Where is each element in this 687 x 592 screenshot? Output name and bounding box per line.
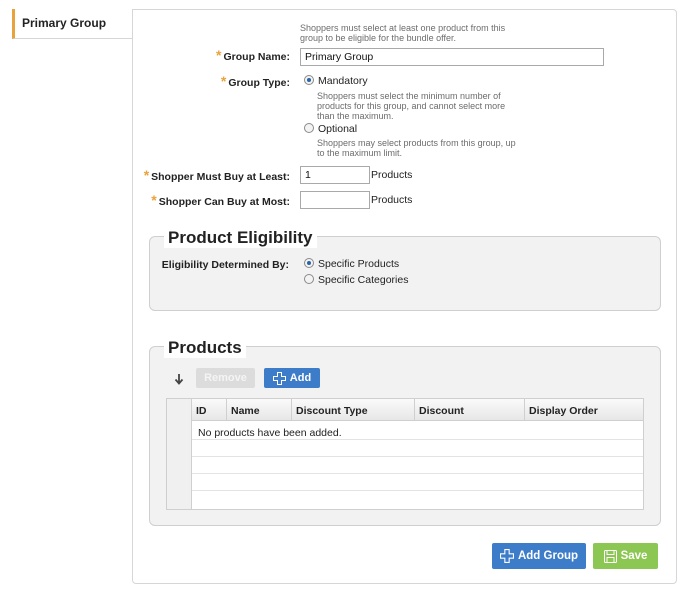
column-header-display-order[interactable]: Display Order (529, 405, 598, 417)
required-star-icon: * (151, 192, 157, 208)
products-table: ID Name Discount Type Discount Display O… (166, 398, 644, 510)
radio-selected-icon (304, 258, 314, 268)
floppy-disk-icon (603, 549, 617, 563)
products-title: Products (164, 338, 246, 358)
tab-label: Primary Group (22, 16, 107, 30)
column-header-discount[interactable]: Discount (419, 405, 464, 417)
eligibility-specific-products-radio[interactable]: Specific Products (304, 258, 399, 270)
can-buy-unit: Products (371, 194, 413, 206)
table-row-divider (192, 490, 643, 491)
table-row-divider (192, 456, 643, 457)
must-buy-input[interactable] (300, 166, 370, 184)
must-buy-label: * Shopper Must Buy at Least: (143, 167, 290, 183)
eligibility-label: Eligibility Determined By: (161, 259, 289, 271)
radio-unselected-icon (304, 274, 314, 284)
must-buy-unit: Products (371, 169, 413, 181)
required-star-icon: * (216, 47, 222, 63)
can-buy-label: * Shopper Can Buy at Most: (151, 192, 290, 208)
add-group-button[interactable]: Add Group (492, 543, 586, 569)
radio-unselected-icon (304, 123, 314, 133)
table-header: ID Name Discount Type Discount Display O… (167, 399, 643, 421)
required-star-icon: * (143, 167, 150, 183)
column-header-name[interactable]: Name (231, 405, 260, 417)
table-row-divider (192, 439, 643, 440)
eligibility-specific-categories-radio[interactable]: Specific Categories (304, 274, 408, 286)
group-type-mandatory-radio[interactable]: Mandatory (304, 75, 368, 87)
group-type-optional-radio[interactable]: Optional (304, 123, 357, 135)
radio-selected-icon (304, 75, 314, 85)
add-product-button[interactable]: Add (264, 368, 320, 388)
mandatory-hint: Shoppers must select the minimum number … (317, 91, 506, 121)
group-hint: Shoppers must select at least one produc… (300, 23, 506, 43)
plus-icon (499, 549, 514, 563)
optional-hint: Shoppers may select products from this g… (317, 138, 516, 158)
can-buy-input[interactable] (300, 191, 370, 209)
eligibility-title: Product Eligibility (164, 228, 317, 248)
group-name-input[interactable] (300, 48, 604, 66)
column-header-id[interactable]: ID (196, 405, 207, 417)
plus-icon (272, 371, 286, 385)
tab-primary-group[interactable]: Primary Group (12, 9, 133, 39)
column-header-discount-type[interactable]: Discount Type (296, 405, 368, 417)
sort-arrow-down-icon[interactable] (174, 373, 184, 385)
save-button[interactable]: Save (593, 543, 658, 569)
group-type-label: * Group Type: (220, 73, 290, 89)
group-name-label: * Group Name: (216, 47, 290, 63)
table-row-divider (192, 473, 643, 474)
remove-button[interactable]: Remove (196, 368, 255, 388)
required-star-icon: * (220, 73, 227, 89)
empty-table-message: No products have been added. (198, 427, 342, 439)
